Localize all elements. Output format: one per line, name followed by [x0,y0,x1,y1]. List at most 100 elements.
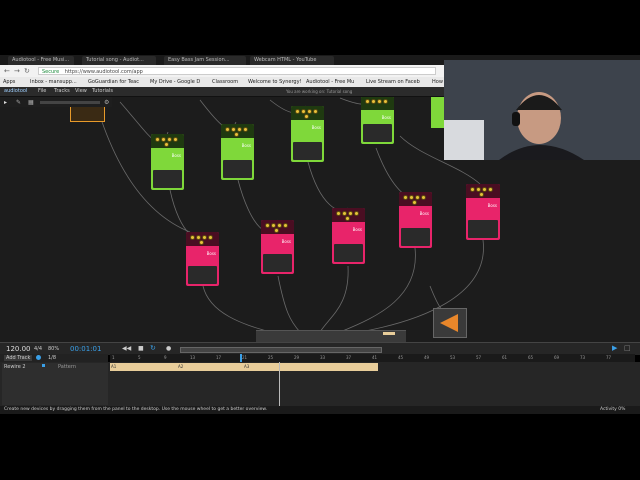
ruler-mark: 41 [372,355,378,360]
stompbox-pedal[interactable]: Boss [221,124,254,180]
browser-tab[interactable]: Easy Bass Jam Session... [164,56,246,65]
stompbox-pedal[interactable]: Boss [466,184,500,240]
bookmark[interactable]: Classroom [212,78,246,86]
track-header[interactable]: Rewire 2 Pattern [2,363,108,405]
pattern-clip[interactable]: A1 A2 A3 [110,363,378,371]
zoom-slider[interactable] [40,101,100,104]
browser-tab[interactable]: Tutorial song - Audiot... [82,56,156,65]
ruler-mark: 13 [190,355,196,360]
stompbox-pedal[interactable]: Boss [261,220,294,274]
stompbox-pedal[interactable]: Boss [151,134,184,190]
clip-label: A2 [178,364,184,369]
footswitch[interactable] [153,170,182,188]
track-toggle-icon[interactable] [36,355,41,360]
rewind-icon[interactable]: ◀◀ [122,345,131,352]
activity-indicator: Activity 0% [600,407,626,412]
stompbox-pedal-partial[interactable] [431,96,444,128]
address-bar: ← → ↻ Secure https://www.audiotool.com/a… [0,65,444,77]
play-icon[interactable]: ▶ [612,344,617,352]
menu-view[interactable]: View [75,87,87,96]
ruler-mark: 1 [112,355,115,360]
device-toolbar: ▸ ✎ ▦ ⚙ [0,97,112,107]
pedal-brand: Boss [281,239,291,244]
fullscreen-icon[interactable]: □ [624,344,631,352]
pedal-brand: Boss [171,153,181,158]
webcam-overlay [444,60,640,160]
secure-label: Secure [42,69,60,75]
stop-icon[interactable]: ■ [138,345,144,352]
ruler-mark: 61 [502,355,508,360]
pedal-brand: Boss [311,125,321,130]
stompbox-pedal[interactable]: Boss [291,106,324,162]
bookmark[interactable]: Live Stream on Faceb [366,78,428,86]
timeline-ruler[interactable]: 1 5 9 13 17 21 25 29 33 37 41 45 49 53 57 61 65 69 73 77 [110,354,635,362]
stompbox-pedal[interactable]: Boss [186,232,219,286]
pedal-brand: Boss [419,211,429,216]
play-left-icon [440,314,458,332]
app-logo[interactable]: audiotool [4,87,27,96]
pencil-icon[interactable]: ✎ [16,99,21,106]
menu-tracks[interactable]: Tracks [54,87,70,96]
bookmark[interactable]: Welcome to Synergy! [248,78,304,86]
bookmark[interactable]: My Drive - Google D [150,78,210,86]
footswitch[interactable] [293,142,322,160]
menu-tutorials[interactable]: Tutorials [92,87,113,96]
footswitch[interactable] [263,254,292,272]
cursor-line [279,362,280,406]
pedal-brand: Boss [206,251,216,256]
ruler-mark: 21 [242,355,248,360]
audio-output-device[interactable] [433,308,467,338]
ruler-mark: 25 [268,355,274,360]
track-color-icon [42,364,45,367]
browser-tab[interactable]: Webcam HTML - YouTube [250,56,334,65]
stompbox-pedal[interactable]: Boss [361,96,394,144]
browser-tab[interactable]: Audiotool - Free Musi... [8,56,74,65]
footswitch[interactable] [363,124,392,142]
bookmark[interactable]: GoGuardian for Teac [88,78,146,86]
ruler-mark: 53 [450,355,456,360]
pedal-brand: Boss [352,227,362,232]
webcam-person-icon [444,60,640,160]
url-input[interactable]: Secure https://www.audiotool.com/app [38,67,436,75]
clip-label: A1 [111,364,117,369]
bpm-display[interactable]: 120.00 [6,345,31,353]
pedal-brand: Boss [241,143,251,148]
footswitch[interactable] [223,160,252,178]
status-bar: Create new devices by dragging them from… [0,406,640,414]
bookmark[interactable]: Inbox - mansupp... [30,78,82,86]
song-position-bar[interactable] [180,347,382,353]
menu-file[interactable]: File [38,87,46,96]
status-hint: Create new devices by dragging them from… [4,407,268,412]
pedal-brand: Boss [487,203,497,208]
time-display: 00:01:01 [70,345,102,353]
add-track-button[interactable]: Add Track [4,355,33,361]
bookmark[interactable]: How [432,78,444,86]
forward-icon[interactable]: → [14,67,20,75]
ruler-mark: 57 [476,355,482,360]
track-name: Rewire 2 [4,364,26,370]
time-signature[interactable]: 4/4 [34,346,42,352]
grid-icon[interactable]: ▦ [28,99,34,106]
project-notice: You are working on: Tutorial song [286,89,353,94]
footswitch[interactable] [334,244,363,262]
stompbox-pedal[interactable]: Boss [332,208,365,264]
bookmark[interactable]: Audiotool - Free Mu [306,78,362,86]
ruler-mark: 37 [346,355,352,360]
pointer-icon[interactable]: ▸ [4,99,7,106]
bookmark-apps[interactable]: Apps [3,78,25,86]
back-icon[interactable]: ← [4,67,10,75]
settings-icon[interactable]: ⚙ [104,99,109,106]
app-header: audiotool File Tracks View Tutorials You… [0,87,444,97]
mode-display: 80% [48,346,60,352]
footswitch[interactable] [468,220,498,238]
zoom-selector[interactable]: 1/8 [48,355,56,361]
ruler-mark: 69 [554,355,560,360]
footswitch[interactable] [188,266,217,284]
footswitch[interactable] [401,228,430,246]
stompbox-pedal[interactable]: Boss [399,192,432,248]
record-icon[interactable]: ● [166,345,171,352]
reload-icon[interactable]: ↻ [24,67,30,75]
clip-label: A3 [244,364,250,369]
bookmarks-bar: Apps Inbox - mansupp... GoGuardian for T… [0,77,444,87]
loop-icon[interactable]: ↻ [150,344,156,352]
